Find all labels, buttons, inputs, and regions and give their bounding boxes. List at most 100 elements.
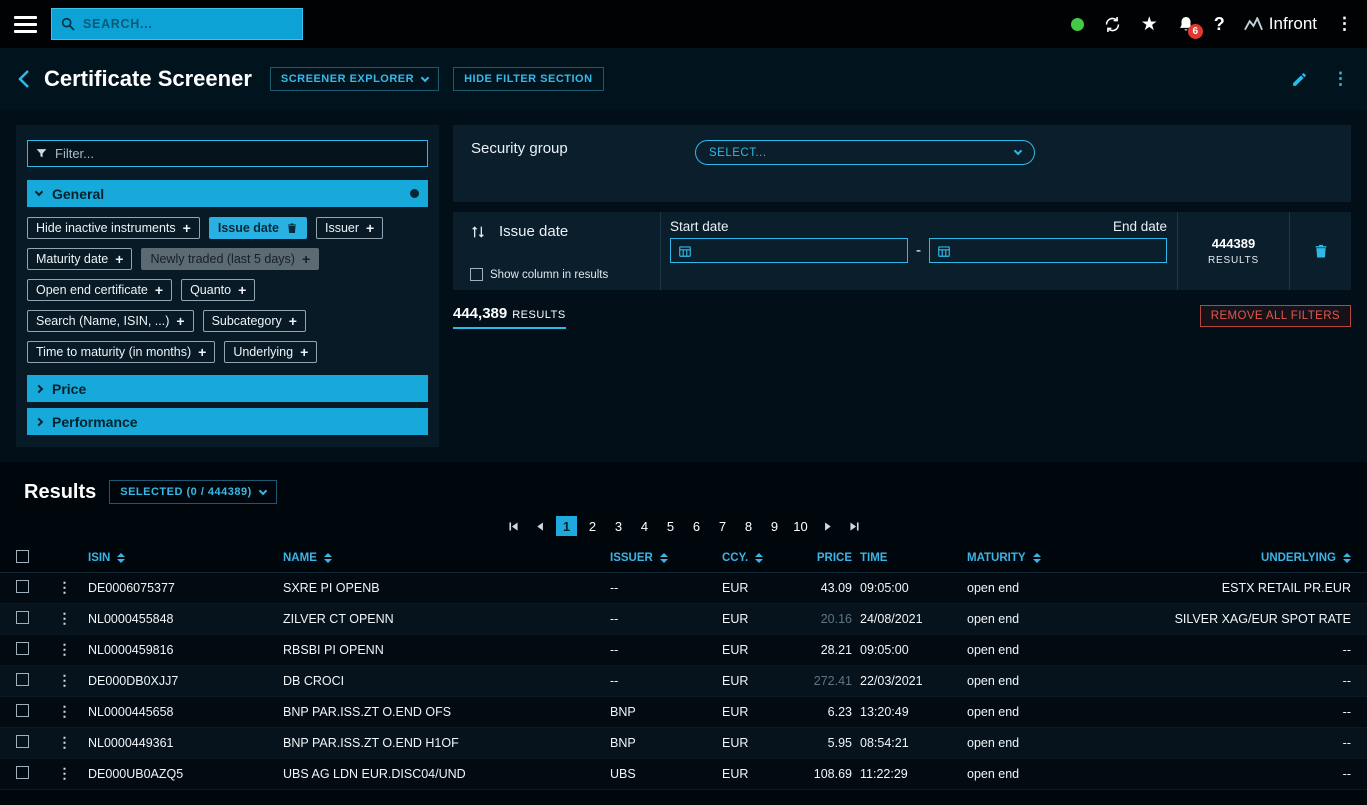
filter-search-field[interactable]: [27, 140, 428, 167]
security-group-select[interactable]: SELECT...: [695, 140, 1035, 165]
row-menu-icon[interactable]: ⋮: [45, 758, 84, 789]
table-row[interactable]: ⋮ DE000DB0XJJ7 DB CROCI -- EUR 272.41 22…: [0, 665, 1367, 696]
chip-hide-inactive-instruments[interactable]: Hide inactive instruments +: [27, 217, 200, 239]
row-checkbox[interactable]: [16, 735, 29, 748]
chevron-right-icon: [35, 417, 43, 425]
security-group-card: Security group SELECT...: [453, 125, 1351, 202]
remove-all-filters-button[interactable]: REMOVE ALL FILTERS: [1200, 305, 1351, 327]
column-header-maturity[interactable]: MATURITY: [963, 544, 1156, 572]
active-filter-dot: [410, 189, 419, 198]
hamburger-menu-icon[interactable]: [14, 16, 37, 33]
pagination-page-1[interactable]: 1: [556, 516, 577, 536]
sort-icon[interactable]: [1033, 553, 1041, 563]
row-checkbox[interactable]: [16, 580, 29, 593]
sort-icon[interactable]: [755, 553, 763, 563]
pagination-page-4[interactable]: 4: [634, 516, 655, 536]
pagination-page-2[interactable]: 2: [582, 516, 603, 536]
pagination-page-9[interactable]: 9: [764, 516, 785, 536]
section-performance[interactable]: Performance: [27, 408, 428, 435]
table-row[interactable]: ⋮ DE000UB0AZQ5 UBS AG LDN EUR.DISC04/UND…: [0, 758, 1367, 789]
chip-subcategory[interactable]: Subcategory +: [203, 310, 306, 332]
row-menu-icon[interactable]: ⋮: [45, 696, 84, 727]
chip-issue-date[interactable]: Issue date: [209, 217, 307, 239]
chip-issuer[interactable]: Issuer +: [316, 217, 383, 239]
section-price[interactable]: Price: [27, 375, 428, 402]
pagination-page-5[interactable]: 5: [660, 516, 681, 536]
column-header-issuer[interactable]: ISSUER: [606, 544, 718, 572]
pagination-page-7[interactable]: 7: [712, 516, 733, 536]
pagination-page-3[interactable]: 3: [608, 516, 629, 536]
start-date-input[interactable]: [699, 244, 900, 258]
screener-explorer-button[interactable]: SCREENER EXPLORER: [270, 67, 439, 91]
select-all-checkbox[interactable]: [16, 550, 29, 563]
chip-time-to-maturity[interactable]: Time to maturity (in months) +: [27, 341, 215, 363]
chip-quanto[interactable]: Quanto +: [181, 279, 255, 301]
row-checkbox[interactable]: [16, 611, 29, 624]
chip-open-end-certificate[interactable]: Open end certificate +: [27, 279, 172, 301]
pagination-page-6[interactable]: 6: [686, 516, 707, 536]
show-column-checkbox[interactable]: [470, 268, 483, 281]
pagination-page-8[interactable]: 8: [738, 516, 759, 536]
help-icon[interactable]: ?: [1214, 14, 1225, 35]
row-checkbox[interactable]: [16, 766, 29, 779]
refresh-icon[interactable]: [1103, 15, 1122, 34]
pagination-first-icon[interactable]: [502, 516, 524, 536]
trash-icon[interactable]: [1313, 243, 1329, 260]
selected-dropdown-button[interactable]: SELECTED (0 / 444389): [109, 480, 277, 504]
column-header-price[interactable]: PRICE: [771, 544, 856, 572]
cell-price: 20.16: [771, 603, 856, 634]
sort-icon[interactable]: [117, 553, 125, 563]
page-overflow-menu-icon[interactable]: ⋮: [1332, 69, 1349, 89]
row-checkbox[interactable]: [16, 642, 29, 655]
table-row[interactable]: ⋮ NL0000459816 RBSBI PI OPENN -- EUR 28.…: [0, 634, 1367, 665]
table-row[interactable]: ⋮ DE0006075377 SXRE PI OPENB -- EUR 43.0…: [0, 572, 1367, 603]
pagination-page-10[interactable]: 10: [790, 516, 811, 536]
column-header-ccy[interactable]: CCY.: [718, 544, 771, 572]
back-icon[interactable]: [18, 69, 30, 89]
table-row[interactable]: ⋮ NL0000455848 ZILVER CT OPENN -- EUR 20…: [0, 603, 1367, 634]
favorites-star-icon[interactable]: ★: [1141, 15, 1158, 34]
row-menu-icon[interactable]: ⋮: [45, 572, 84, 603]
chip-underlying[interactable]: Underlying +: [224, 341, 317, 363]
table-row[interactable]: ⋮ NL0000449361 BNP PAR.ISS.ZT O.END H1OF…: [0, 727, 1367, 758]
column-header-time[interactable]: TIME: [856, 544, 963, 572]
sort-icon[interactable]: [1343, 553, 1351, 563]
calendar-icon[interactable]: [937, 244, 951, 258]
start-date-field[interactable]: [670, 238, 908, 263]
pagination-prev-icon[interactable]: [529, 516, 551, 536]
chip-maturity-date[interactable]: Maturity date +: [27, 248, 132, 270]
show-column-toggle[interactable]: Show column in results: [470, 268, 660, 281]
table-row[interactable]: ⋮ NL0000445658 BNP PAR.ISS.ZT O.END OFS …: [0, 696, 1367, 727]
topbar-overflow-menu-icon[interactable]: ⋮: [1336, 14, 1353, 34]
end-date-input[interactable]: [958, 244, 1159, 258]
chip-search-name-isin[interactable]: Search (Name, ISIN, ...) +: [27, 310, 194, 332]
row-menu-icon[interactable]: ⋮: [45, 665, 84, 696]
row-checkbox[interactable]: [16, 704, 29, 717]
chip-newly-traded[interactable]: Newly traded (last 5 days) +: [141, 248, 319, 270]
hide-filter-section-button[interactable]: HIDE FILTER SECTION: [453, 67, 603, 91]
cell-maturity: open end: [963, 696, 1156, 727]
row-menu-icon[interactable]: ⋮: [45, 603, 84, 634]
notifications-bell-icon[interactable]: 6: [1177, 15, 1195, 34]
filter-search-input[interactable]: [55, 146, 420, 161]
section-general-label: General: [52, 186, 104, 202]
global-search[interactable]: [51, 8, 303, 40]
edit-pencil-icon[interactable]: [1291, 71, 1308, 88]
trash-icon[interactable]: [286, 222, 298, 235]
section-general[interactable]: General: [27, 180, 428, 207]
column-header-isin[interactable]: ISIN: [84, 544, 279, 572]
calendar-icon[interactable]: [678, 244, 692, 258]
row-checkbox[interactable]: [16, 673, 29, 686]
sort-icon[interactable]: [324, 553, 332, 563]
column-header-name[interactable]: NAME: [279, 544, 606, 572]
cell-underlying: --: [1156, 727, 1367, 758]
remove-issue-date-filter[interactable]: [1289, 212, 1351, 290]
pagination-last-icon[interactable]: [843, 516, 865, 536]
sort-icon[interactable]: [660, 553, 668, 563]
end-date-field[interactable]: [929, 238, 1167, 263]
column-header-underlying[interactable]: UNDERLYING: [1156, 544, 1367, 572]
pagination-next-icon[interactable]: [816, 516, 838, 536]
global-search-input[interactable]: [83, 17, 294, 31]
row-menu-icon[interactable]: ⋮: [45, 634, 84, 665]
row-menu-icon[interactable]: ⋮: [45, 727, 84, 758]
